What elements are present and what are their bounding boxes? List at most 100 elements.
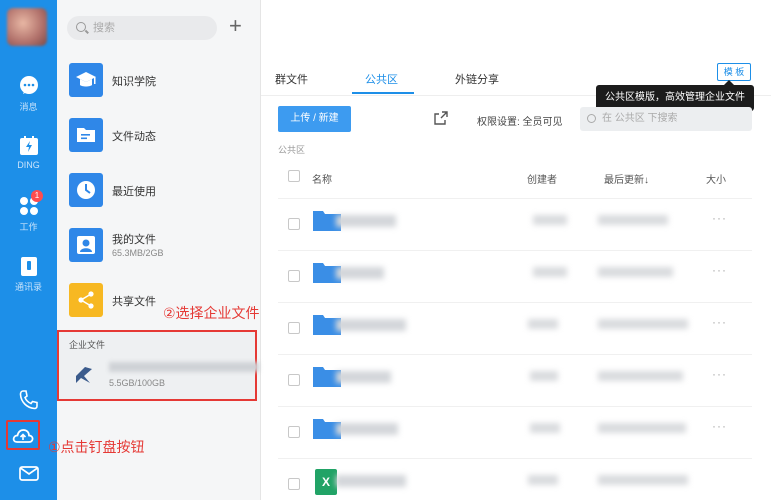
left-rail: 消息 DING 1 工作 通讯录 xyxy=(0,0,57,500)
nav-item-file-activity[interactable]: 文件动态 xyxy=(69,118,254,158)
rail-item-work[interactable]: 1 工作 xyxy=(0,190,57,233)
open-external-icon[interactable] xyxy=(433,110,449,126)
row-name-blurred xyxy=(336,371,391,383)
row-updated-blurred xyxy=(598,423,686,433)
row-updated-blurred xyxy=(598,371,683,381)
column-updated[interactable]: 最后更新↓ xyxy=(604,171,649,186)
tab-group-files[interactable]: 群文件 xyxy=(275,71,308,87)
row-checkbox[interactable] xyxy=(288,374,300,386)
add-button[interactable]: + xyxy=(229,14,242,38)
row-more-button[interactable]: ··· xyxy=(712,367,727,381)
cloud-drive-highlight xyxy=(6,420,40,450)
enterprise-name-blurred xyxy=(109,362,259,372)
enterprise-files-item[interactable]: 企业文件 5.5GB/100GB xyxy=(57,330,259,401)
file-search-input[interactable]: 在 公共区 下搜索 xyxy=(580,107,752,131)
phone-icon xyxy=(19,390,38,410)
rail-label-work: 工作 xyxy=(19,222,38,232)
row-checkbox[interactable] xyxy=(288,218,300,230)
nav-label-file-activity: 文件动态 xyxy=(112,131,156,143)
row-creator-blurred xyxy=(530,371,558,381)
table-row[interactable]: ··· xyxy=(278,198,752,250)
work-badge: 1 xyxy=(31,190,43,202)
row-more-button[interactable]: ··· xyxy=(712,315,727,329)
excel-file-icon: X xyxy=(315,469,337,495)
search-icon xyxy=(587,114,596,123)
row-checkbox[interactable] xyxy=(288,270,300,282)
table-row[interactable]: ··· xyxy=(278,302,752,354)
file-tabs-bar: 群文件 公共区 外链分享 xyxy=(261,0,771,96)
table-row[interactable]: ··· xyxy=(278,406,752,458)
row-updated-blurred xyxy=(598,319,688,329)
row-name-blurred xyxy=(336,215,396,227)
nav-label-shared: 共享文件 xyxy=(112,296,156,308)
row-creator-blurred xyxy=(533,215,567,225)
row-name-blurred xyxy=(336,267,384,279)
row-more-button[interactable]: ··· xyxy=(712,263,727,277)
rail-label-messages: 消息 xyxy=(19,102,38,112)
table-row[interactable]: ··· xyxy=(278,354,752,406)
row-creator-blurred xyxy=(530,423,560,433)
enterprise-quota: 5.5GB/100GB xyxy=(109,378,166,388)
nav-label-recent: 最近使用 xyxy=(112,186,156,198)
person-icon xyxy=(69,228,103,262)
column-creator[interactable]: 创建者 xyxy=(527,171,557,186)
file-search-placeholder: 在 公共区 下搜索 xyxy=(602,113,678,124)
breadcrumb[interactable]: 公共区 xyxy=(278,143,305,156)
column-name[interactable]: 名称 xyxy=(312,171,332,186)
contacts-icon xyxy=(20,257,37,276)
graduation-cap-icon xyxy=(69,63,103,97)
clock-icon xyxy=(69,173,103,207)
annotation-step1: ①点击钉盘按钮 xyxy=(48,439,145,455)
row-checkbox[interactable] xyxy=(288,322,300,334)
nav-label-my-files: 我的文件 xyxy=(112,234,156,246)
row-updated-blurred xyxy=(598,215,668,225)
row-more-button[interactable]: ··· xyxy=(712,211,727,225)
tab-public-area[interactable]: 公共区 xyxy=(365,71,398,87)
table-row[interactable]: ··· xyxy=(278,250,752,302)
row-name-blurred xyxy=(336,475,406,487)
permission-setting[interactable]: 权限设置: 全员可见 xyxy=(477,113,563,128)
rail-phone[interactable] xyxy=(0,388,57,412)
rail-item-ding[interactable]: DING xyxy=(0,134,57,170)
rail-label-ding: DING xyxy=(17,160,40,170)
nav-search-placeholder: 搜索 xyxy=(93,22,115,34)
enterprise-files-title: 企业文件 xyxy=(69,340,106,350)
nav-label-knowledge: 知识学院 xyxy=(112,76,156,88)
rail-item-messages[interactable]: 消息 xyxy=(0,74,57,113)
file-nav-panel: 搜索 + 知识学院 文件动态 最近使用 我的文件 65.3MB/2GB 共享文件 xyxy=(57,0,261,500)
upload-new-button[interactable]: 上传 / 新建 xyxy=(278,106,351,132)
nav-item-knowledge[interactable]: 知识学院 xyxy=(69,63,254,103)
row-checkbox[interactable] xyxy=(288,426,300,438)
row-name-blurred xyxy=(336,319,406,331)
row-more-button[interactable]: ··· xyxy=(712,419,727,433)
avatar[interactable] xyxy=(7,8,47,46)
my-files-quota: 65.3MB/2GB xyxy=(112,248,164,258)
table-row[interactable]: X xyxy=(278,458,752,500)
rail-item-contacts[interactable]: 通讯录 xyxy=(0,254,57,293)
annotation-step2: ②选择企业文件 xyxy=(163,305,260,321)
row-creator-blurred xyxy=(533,267,567,277)
rail-label-contacts: 通讯录 xyxy=(14,282,42,292)
rail-mail[interactable] xyxy=(0,461,57,485)
enterprise-logo-icon xyxy=(76,367,92,383)
select-all-checkbox[interactable] xyxy=(288,170,300,182)
row-updated-blurred xyxy=(598,267,673,277)
nav-item-my-files[interactable]: 我的文件 65.3MB/2GB xyxy=(69,228,254,268)
mail-icon xyxy=(18,466,39,481)
ding-icon xyxy=(19,136,38,155)
row-checkbox[interactable] xyxy=(288,478,300,490)
folder-activity-icon xyxy=(69,118,103,152)
search-icon xyxy=(76,22,86,32)
row-creator-blurred xyxy=(528,475,558,485)
share-icon xyxy=(69,283,103,317)
nav-search-input[interactable]: 搜索 xyxy=(67,16,217,40)
nav-item-recent[interactable]: 最近使用 xyxy=(69,173,254,213)
chat-icon xyxy=(19,76,38,94)
tab-external-share[interactable]: 外链分享 xyxy=(455,71,499,87)
template-button[interactable]: 模 板 xyxy=(717,63,751,81)
column-size[interactable]: 大小 xyxy=(706,171,726,186)
row-creator-blurred xyxy=(528,319,558,329)
row-name-blurred xyxy=(336,423,398,435)
active-tab-indicator xyxy=(352,92,414,94)
row-updated-blurred xyxy=(598,475,688,485)
